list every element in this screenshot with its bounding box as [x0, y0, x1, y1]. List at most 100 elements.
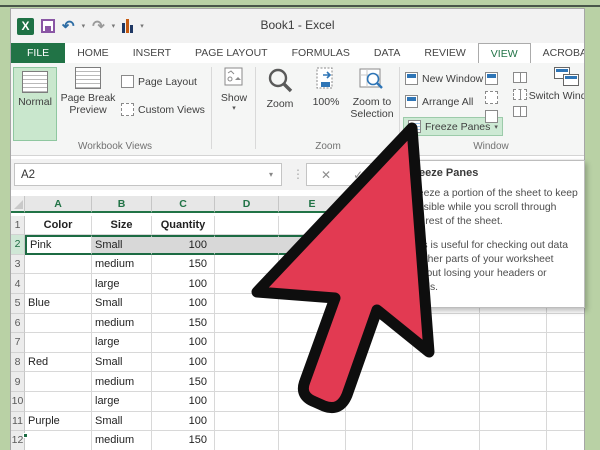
cell[interactable]	[215, 293, 279, 314]
cell[interactable]: medium	[92, 313, 152, 334]
cell[interactable]	[279, 215, 346, 236]
cell[interactable]	[547, 411, 584, 432]
cell[interactable]	[279, 372, 346, 392]
split-icon[interactable]	[485, 72, 498, 85]
cell[interactable]	[346, 313, 413, 334]
row-header-7[interactable]: 7	[11, 333, 25, 353]
enter-icon[interactable]: ✓	[353, 168, 363, 182]
cell[interactable]	[547, 333, 584, 353]
row-header-6[interactable]: 6	[11, 313, 25, 334]
tab-home[interactable]: HOME	[65, 43, 121, 63]
name-box-caret-icon[interactable]: ▾	[269, 170, 273, 179]
cell[interactable]: 100	[152, 391, 215, 412]
row-header-1[interactable]: 1	[11, 215, 25, 236]
cell[interactable]: 100	[152, 333, 215, 353]
cell[interactable]	[25, 254, 92, 275]
custom-views-button[interactable]: Custom Views	[121, 103, 205, 116]
new-window-button[interactable]: New Window	[405, 72, 483, 85]
cell[interactable]	[547, 372, 584, 392]
fill-handle[interactable]	[23, 433, 28, 438]
tab-review[interactable]: REVIEW	[412, 43, 477, 63]
row-header-5[interactable]: 5	[11, 293, 25, 314]
cell[interactable]: 100	[152, 293, 215, 314]
cell[interactable]: Size	[92, 215, 152, 236]
tab-data[interactable]: DATA	[362, 43, 412, 63]
cell[interactable]	[279, 431, 346, 450]
cell[interactable]	[480, 333, 547, 353]
cell[interactable]	[279, 391, 346, 412]
cell[interactable]: 150	[152, 431, 215, 450]
arrange-all-button[interactable]: Arrange All	[405, 95, 473, 108]
hide-icon[interactable]	[485, 91, 498, 104]
cell[interactable]: medium	[92, 431, 152, 450]
cell[interactable]	[25, 313, 92, 334]
row-header-2[interactable]: 2	[11, 235, 25, 255]
row-header-3[interactable]: 3	[11, 254, 25, 275]
cell[interactable]: Red	[25, 352, 92, 373]
reset-window-position-icon[interactable]	[513, 106, 527, 117]
cell[interactable]: Small	[92, 293, 152, 314]
cell[interactable]	[480, 352, 547, 373]
cell[interactable]	[25, 372, 92, 392]
cell[interactable]	[215, 254, 279, 275]
show-button[interactable]: Show ▾	[215, 67, 253, 112]
tab-insert[interactable]: INSERT	[121, 43, 183, 63]
cell[interactable]: large	[92, 333, 152, 353]
cell[interactable]	[215, 391, 279, 412]
cell[interactable]	[279, 235, 346, 255]
cell[interactable]	[413, 372, 480, 392]
row-header-11[interactable]: 11	[11, 411, 25, 432]
cell[interactable]	[215, 313, 279, 334]
cell[interactable]	[215, 431, 279, 450]
row-header-9[interactable]: 9	[11, 372, 25, 392]
cell[interactable]	[346, 352, 413, 373]
cell[interactable]	[215, 235, 279, 255]
cell[interactable]: medium	[92, 254, 152, 275]
cell[interactable]: Quantity	[152, 215, 215, 236]
tab-file[interactable]: FILE	[11, 43, 66, 63]
cell[interactable]	[215, 215, 279, 236]
cell[interactable]	[215, 411, 279, 432]
select-all-corner[interactable]	[11, 196, 25, 213]
cell[interactable]	[346, 411, 413, 432]
cell[interactable]: large	[92, 274, 152, 294]
cell[interactable]: 100	[152, 274, 215, 294]
cell[interactable]	[547, 391, 584, 412]
cell[interactable]	[215, 333, 279, 353]
cell[interactable]: 100	[152, 235, 215, 255]
cell[interactable]: Small	[92, 235, 152, 255]
cell[interactable]	[413, 333, 480, 353]
cell[interactable]	[25, 333, 92, 353]
cell[interactable]	[547, 431, 584, 450]
zoom-to-selection-button[interactable]: Zoom to Selection	[349, 67, 395, 120]
cell[interactable]	[279, 352, 346, 373]
switch-windows-button[interactable]: Switch Windows	[529, 67, 584, 102]
cell[interactable]	[279, 333, 346, 353]
cell[interactable]	[215, 352, 279, 373]
tab-formulas[interactable]: FORMULAS	[280, 43, 362, 63]
cell[interactable]	[413, 391, 480, 412]
synchronous-scrolling-icon[interactable]	[513, 89, 527, 100]
cell[interactable]	[346, 372, 413, 392]
cell[interactable]: 100	[152, 352, 215, 373]
formula-bar-grip[interactable]: ⋮	[292, 167, 304, 181]
zoom-button[interactable]: Zoom	[259, 67, 301, 110]
cell[interactable]	[480, 391, 547, 412]
cell[interactable]	[346, 391, 413, 412]
cell[interactable]	[413, 352, 480, 373]
cell[interactable]	[279, 274, 346, 294]
cell[interactable]: Color	[25, 215, 92, 236]
cell[interactable]	[25, 431, 92, 450]
cell[interactable]	[413, 411, 480, 432]
column-header-D[interactable]: D	[215, 196, 279, 213]
cell[interactable]: large	[92, 391, 152, 412]
cell[interactable]: 150	[152, 313, 215, 334]
cell[interactable]	[279, 254, 346, 275]
cell[interactable]: 100	[152, 411, 215, 432]
cell[interactable]	[346, 333, 413, 353]
tab-view[interactable]: VIEW	[477, 43, 531, 63]
page-break-preview-button[interactable]: Page Break Preview	[59, 67, 117, 116]
cell[interactable]: Small	[92, 411, 152, 432]
cell[interactable]	[480, 431, 547, 450]
cell[interactable]	[547, 352, 584, 373]
